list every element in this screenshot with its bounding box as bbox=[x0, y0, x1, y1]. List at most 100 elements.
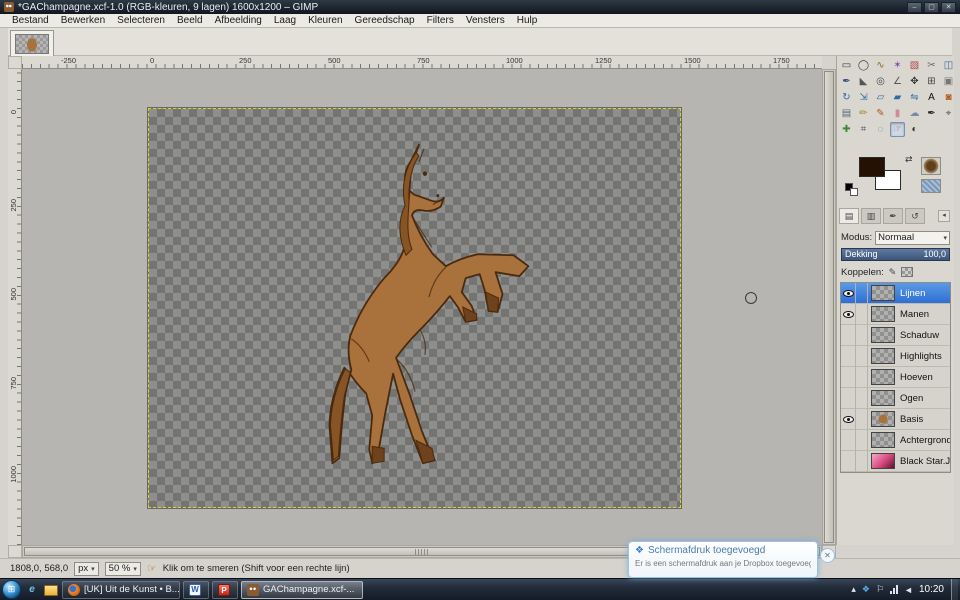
default-colors-bg-icon[interactable] bbox=[850, 188, 858, 196]
layer-visibility-toggle[interactable] bbox=[841, 304, 856, 325]
tool-select-by-color-icon[interactable]: ▧ bbox=[907, 58, 922, 73]
taskbar-button-document[interactable]: W bbox=[183, 581, 209, 599]
minimize-button[interactable]: – bbox=[907, 2, 922, 13]
layer-visibility-toggle[interactable] bbox=[841, 283, 856, 304]
layer-link-cell[interactable] bbox=[856, 346, 868, 367]
layer-visibility-toggle[interactable] bbox=[841, 430, 856, 451]
tool-eraser-icon[interactable]: ▮ bbox=[890, 106, 905, 121]
layer-row-manen[interactable]: Manen bbox=[841, 304, 950, 325]
close-button[interactable]: ✕ bbox=[941, 2, 956, 13]
image-tab[interactable] bbox=[10, 30, 54, 56]
dock-tab-paths[interactable]: ✒ bbox=[883, 208, 903, 224]
tool-fuzzy-select-icon[interactable]: ✶ bbox=[890, 58, 905, 73]
canvas[interactable] bbox=[148, 108, 681, 508]
layer-row-highlights[interactable]: Highlights bbox=[841, 346, 950, 367]
layer-link-cell[interactable] bbox=[856, 451, 868, 472]
tool-airbrush-icon[interactable]: ☁ bbox=[907, 106, 922, 121]
menu-item-gereedschap[interactable]: Gereedschap bbox=[349, 14, 421, 28]
dock-menu-icon[interactable]: ◂ bbox=[938, 210, 950, 222]
tool-shear-icon[interactable]: ▱ bbox=[873, 90, 888, 105]
swap-colors-icon[interactable]: ⇄ bbox=[905, 154, 913, 165]
layer-row-black-star-jpg[interactable]: Black Star.JPG bbox=[841, 451, 950, 472]
layer-link-cell[interactable] bbox=[856, 283, 868, 304]
vertical-scrollbar[interactable] bbox=[822, 69, 836, 545]
dropbox-notification[interactable]: ❖Schermafdruk toegevoegdEr is een scherm… bbox=[628, 541, 818, 578]
dock-tab-history[interactable]: ↺ bbox=[905, 208, 925, 224]
tool-paintbrush-icon[interactable]: ✎ bbox=[873, 106, 888, 121]
tool-color-picker-icon[interactable]: ◣ bbox=[856, 74, 871, 89]
taskbar-clock[interactable]: 10:20 bbox=[919, 584, 944, 595]
tool-bucket-fill-icon[interactable]: ◙ bbox=[941, 90, 956, 105]
internet-explorer-icon[interactable]: e bbox=[24, 582, 40, 598]
start-button[interactable]: ⊞ bbox=[2, 580, 21, 599]
tool-perspective-icon[interactable]: ▰ bbox=[890, 90, 905, 105]
menu-item-hulp[interactable]: Hulp bbox=[511, 14, 544, 28]
layer-link-cell[interactable] bbox=[856, 367, 868, 388]
layer-visibility-toggle[interactable] bbox=[841, 409, 856, 430]
layer-visibility-toggle[interactable] bbox=[841, 451, 856, 472]
tool-dodge-burn-icon[interactable]: ◐ bbox=[907, 122, 922, 137]
tool-rect-select-icon[interactable]: ▭ bbox=[839, 58, 854, 73]
menu-item-filters[interactable]: Filters bbox=[421, 14, 460, 28]
tool-scale-icon[interactable]: ⇲ bbox=[856, 90, 871, 105]
active-brush-indicator[interactable] bbox=[921, 157, 941, 175]
dock-tab-channels[interactable]: ▥ bbox=[861, 208, 881, 224]
taskbar-button-red-app[interactable]: P bbox=[212, 581, 238, 599]
title-bar[interactable]: *GAChampagne.xcf-1.0 (RGB-kleuren, 9 lag… bbox=[0, 0, 960, 14]
taskbar-button-gimp[interactable]: GAChampagne.xcf-... bbox=[241, 581, 363, 599]
hidden-icons-chevron[interactable]: ▴ bbox=[851, 584, 856, 595]
notification-close-button[interactable]: ✕ bbox=[820, 548, 835, 563]
dropbox-tray-icon[interactable]: ❖ bbox=[862, 584, 870, 595]
layer-row-basis[interactable]: Basis bbox=[841, 409, 950, 430]
quick-mask-button[interactable] bbox=[8, 545, 22, 558]
vertical-scrollbar-thumb[interactable] bbox=[824, 71, 834, 543]
zoom-dropdown[interactable]: 50 % ▾ bbox=[105, 562, 141, 576]
network-icon[interactable] bbox=[890, 585, 898, 594]
vertical-ruler[interactable]: 02505007501000 bbox=[8, 69, 22, 545]
lock-pixels-icon[interactable]: ✎ bbox=[889, 267, 897, 278]
maximize-button[interactable]: ▢ bbox=[924, 2, 939, 13]
layer-link-cell[interactable] bbox=[856, 388, 868, 409]
layer-row-schaduw[interactable]: Schaduw bbox=[841, 325, 950, 346]
layer-visibility-toggle[interactable] bbox=[841, 388, 856, 409]
tool-measure-icon[interactable]: ∠ bbox=[890, 74, 905, 89]
tool-ink-icon[interactable]: ✒ bbox=[924, 106, 939, 121]
horizontal-ruler[interactable]: -25002505007501000125015001750 bbox=[22, 56, 822, 69]
explorer-folder-icon[interactable] bbox=[43, 582, 59, 598]
tool-scissors-select-icon[interactable]: ✂ bbox=[924, 58, 939, 73]
tool-ellipse-select-icon[interactable]: ◯ bbox=[856, 58, 871, 73]
layer-link-cell[interactable] bbox=[856, 304, 868, 325]
tool-text-icon[interactable]: A bbox=[924, 90, 939, 105]
menu-item-bestand[interactable]: Bestand bbox=[6, 14, 55, 28]
layer-visibility-toggle[interactable] bbox=[841, 325, 856, 346]
menu-item-bewerken[interactable]: Bewerken bbox=[55, 14, 111, 28]
layer-link-cell[interactable] bbox=[856, 325, 868, 346]
tool-zoom-icon[interactable]: ◎ bbox=[873, 74, 888, 89]
menu-item-afbeelding[interactable]: Afbeelding bbox=[209, 14, 268, 28]
action-center-flag-icon[interactable]: ⚐ bbox=[876, 584, 884, 595]
unit-dropdown[interactable]: px ▾ bbox=[74, 562, 99, 576]
dock-tab-layers[interactable]: ▤ bbox=[839, 208, 859, 224]
menu-item-vensters[interactable]: Vensters bbox=[460, 14, 511, 28]
layer-row-lijnen[interactable]: Lijnen bbox=[841, 283, 950, 304]
tool-crop-icon[interactable]: ▣ bbox=[941, 74, 956, 89]
mode-dropdown[interactable]: Normaal ▾ bbox=[875, 231, 950, 245]
tool-free-select-icon[interactable]: ∿ bbox=[873, 58, 888, 73]
tool-rotate-icon[interactable]: ↻ bbox=[839, 90, 854, 105]
layer-link-cell[interactable] bbox=[856, 409, 868, 430]
volume-icon[interactable]: ◄ bbox=[904, 585, 913, 595]
tool-blur-sharpen-icon[interactable]: ◌ bbox=[873, 122, 888, 137]
tool-foreground-select-icon[interactable]: ◫ bbox=[941, 58, 956, 73]
show-desktop-button[interactable] bbox=[951, 579, 958, 600]
tool-clone-icon[interactable]: ⌖ bbox=[941, 106, 956, 121]
tool-perspective-clone-icon[interactable]: ⌗ bbox=[856, 122, 871, 137]
opacity-slider[interactable]: Dekking 100,0 bbox=[841, 248, 950, 261]
menu-item-beeld[interactable]: Beeld bbox=[171, 14, 209, 28]
foreground-color-swatch[interactable] bbox=[859, 157, 885, 177]
menu-item-selecteren[interactable]: Selecteren bbox=[111, 14, 171, 28]
layer-row-achtergrond[interactable]: Achtergrond bbox=[841, 430, 950, 451]
menu-item-laag[interactable]: Laag bbox=[268, 14, 302, 28]
tool-align-icon[interactable]: ⊞ bbox=[924, 74, 939, 89]
menu-item-kleuren[interactable]: Kleuren bbox=[302, 14, 348, 28]
tool-paths-icon[interactable]: ✒ bbox=[839, 74, 854, 89]
